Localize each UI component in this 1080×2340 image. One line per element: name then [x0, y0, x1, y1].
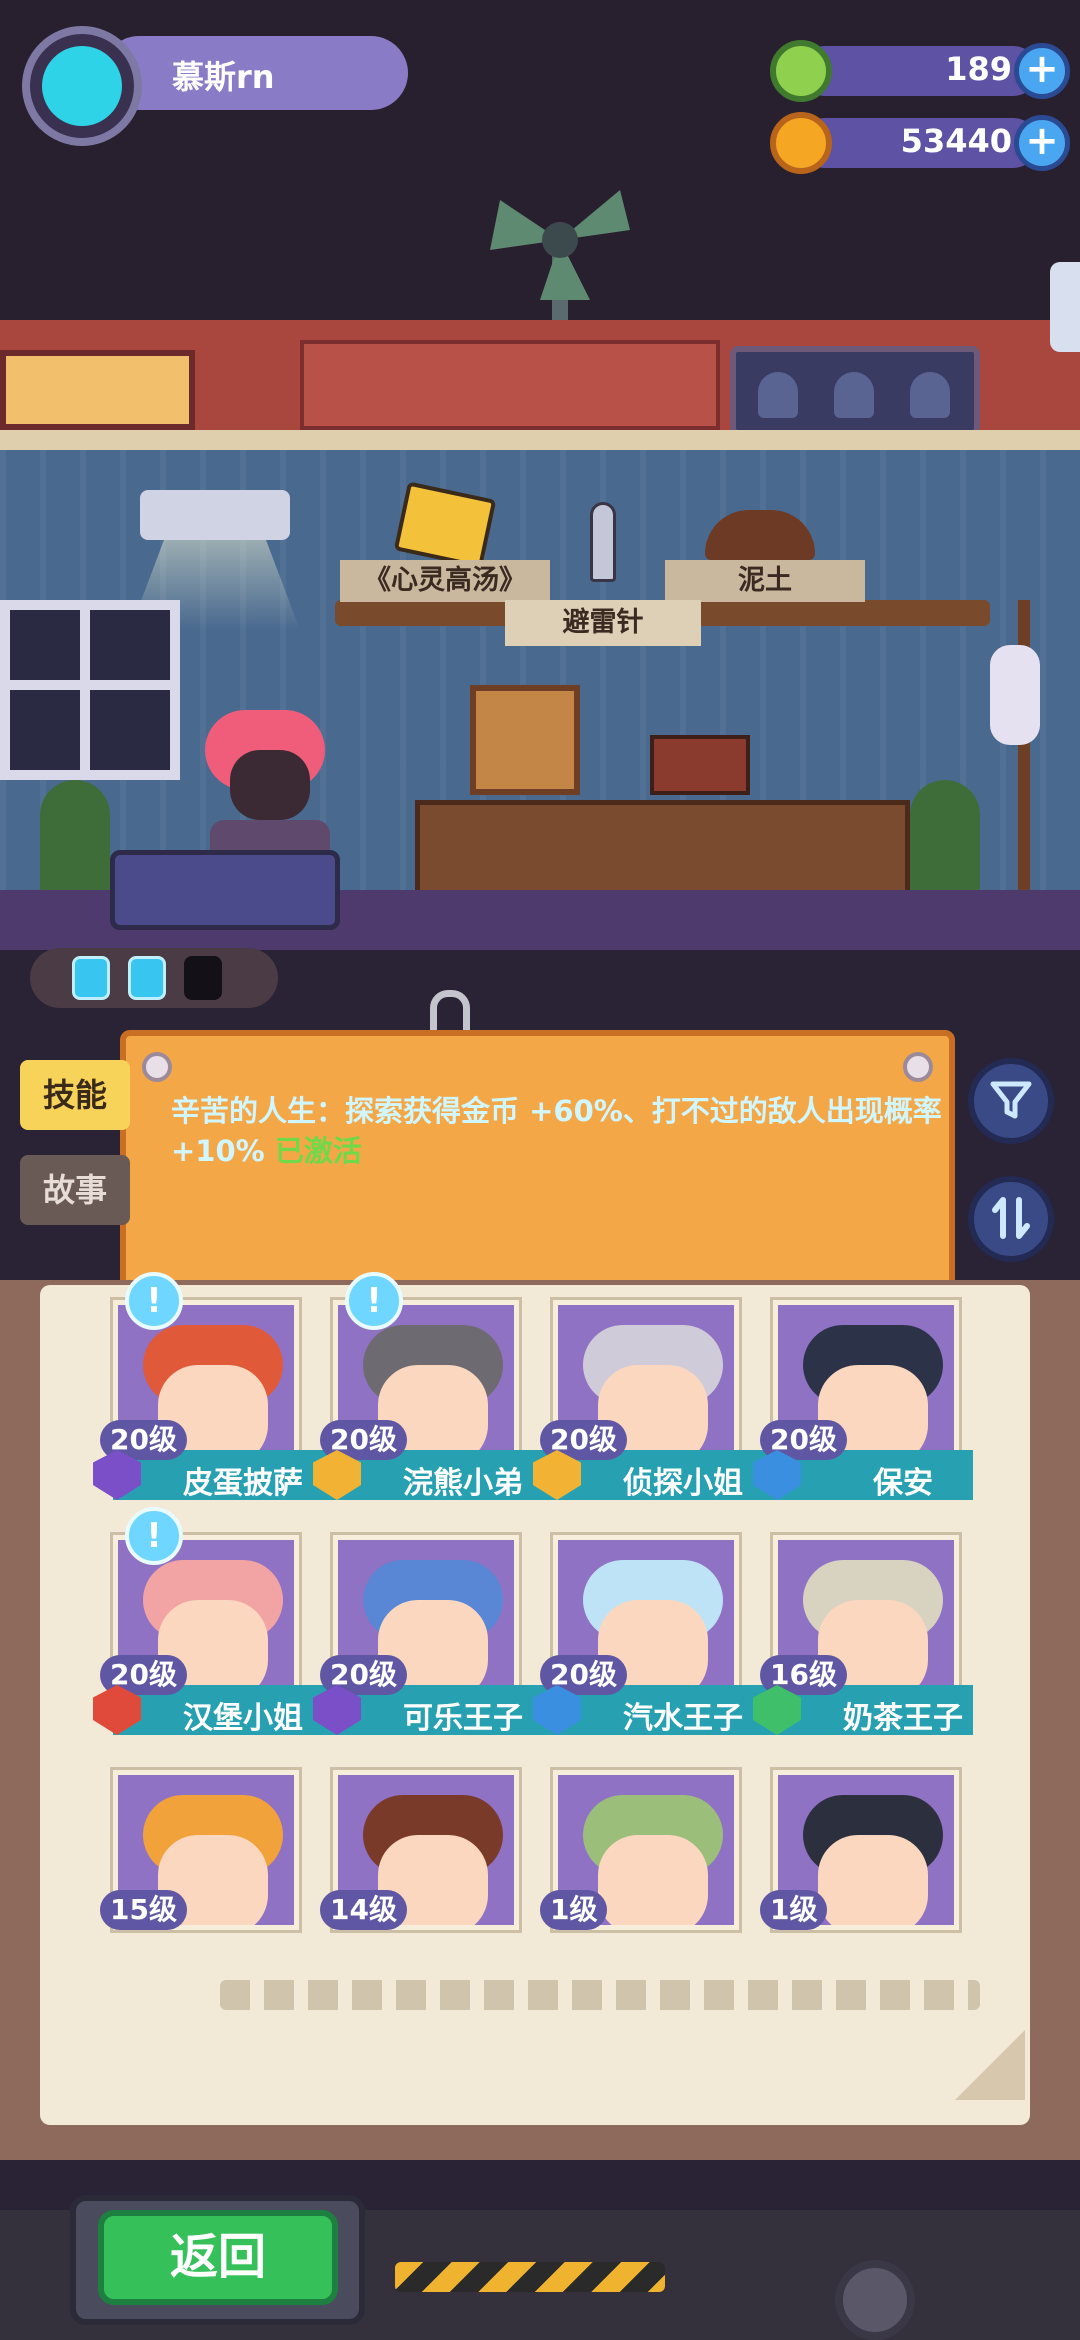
ghost-icon — [910, 372, 950, 418]
character-level: 15级 — [100, 1890, 187, 1930]
alert-bubble-icon[interactable]: ! — [125, 1272, 183, 1330]
green-donut-icon — [770, 40, 832, 102]
character-card[interactable]: 浣熊小弟 20级 ! — [313, 1272, 553, 1515]
character-card[interactable]: 汉堡小姐 20级 ! — [93, 1507, 333, 1750]
shelf-label-book: 《心灵高汤》 — [340, 560, 550, 602]
character-card[interactable]: 汽水王子 20级 — [533, 1535, 773, 1750]
side-drawer-handle[interactable] — [1050, 262, 1080, 352]
ghost-icon — [758, 372, 798, 418]
energy-meter — [30, 948, 278, 1008]
character-name: 可乐王子 — [403, 1701, 523, 1736]
tab-skill[interactable]: 技能 — [20, 1060, 130, 1130]
ceiling-machinery — [0, 320, 1080, 450]
add-donut-button[interactable]: + — [1014, 43, 1070, 99]
ceiling-vent-panel — [0, 350, 195, 430]
character-card[interactable]: 15级 — [100, 1770, 305, 1930]
character-card[interactable]: 奶茶王子 16级 — [753, 1535, 973, 1750]
orange-planet-icon — [770, 112, 832, 174]
cat-avatar-icon — [42, 46, 122, 126]
shelf-label-dirt: 泥土 — [665, 560, 865, 602]
shelf-label-rod: 避雷针 — [505, 600, 701, 646]
potted-plant-right — [910, 780, 980, 900]
add-coins-button[interactable]: + — [1014, 115, 1070, 171]
portrait-frame — [470, 685, 580, 795]
energy-cell-full-icon — [72, 956, 110, 1000]
currency-donut-value: 189 — [945, 50, 1012, 88]
character-name: 汉堡小姐 — [183, 1701, 303, 1736]
currency-donut: 189 + — [770, 40, 1070, 102]
character-head — [230, 750, 310, 820]
energy-cell-empty-icon — [184, 956, 222, 1000]
skill-status: 已激活 — [274, 1134, 362, 1168]
gear-icon — [835, 2260, 915, 2340]
character-level: 1级 — [540, 1890, 608, 1930]
sort-icon — [992, 1197, 1030, 1239]
player-profile[interactable]: 慕斯rn — [22, 26, 408, 146]
character-name: 保安 — [873, 1466, 933, 1501]
currency-coins: 53440 + — [770, 112, 1070, 174]
sort-button[interactable] — [968, 1176, 1054, 1262]
character-card[interactable]: 14级 — [320, 1770, 525, 1930]
potted-plant-left — [40, 780, 110, 900]
character-card[interactable]: 保安 20级 — [753, 1300, 973, 1515]
windmill-fan-decoration — [490, 190, 630, 340]
filter-button[interactable] — [968, 1058, 1054, 1144]
character-name: 皮蛋披萨 — [183, 1466, 303, 1501]
character-card[interactable]: 可乐王子 20级 — [313, 1535, 553, 1750]
skill-info-board: 辛苦的人生：探索获得金币 +60%、打不过的敌人出现概率 +10% 已激活 — [120, 1030, 955, 1290]
hazard-stripe — [395, 2262, 665, 2292]
lightning-rod-item[interactable] — [590, 502, 616, 582]
alert-bubble-icon[interactable]: ! — [345, 1272, 403, 1330]
book-stack — [650, 735, 750, 795]
player-name: 慕斯rn — [172, 58, 275, 96]
alert-bubble-icon[interactable]: ! — [125, 1507, 183, 1565]
character-face — [598, 1835, 708, 1925]
pin-icon — [142, 1052, 172, 1082]
character-card[interactable]: 1级 — [760, 1770, 965, 1930]
ghost-display-box — [730, 346, 980, 436]
filter-icon — [990, 1081, 1032, 1119]
arcade-console — [110, 850, 340, 930]
pin-icon — [903, 1052, 933, 1082]
ghost-icon — [834, 372, 874, 418]
character-card[interactable]: 侦探小姐 20级 — [533, 1300, 773, 1515]
character-level: 14级 — [320, 1890, 407, 1930]
player-avatar[interactable] — [22, 26, 142, 146]
character-name: 浣熊小弟 — [403, 1466, 523, 1501]
tab-story[interactable]: 故事 — [20, 1155, 130, 1225]
hanging-coat — [990, 645, 1040, 745]
character-card[interactable]: 皮蛋披萨 20级 ! — [93, 1272, 333, 1515]
character-card[interactable]: 1级 — [540, 1770, 745, 1930]
currency-coins-value: 53440 — [900, 122, 1012, 160]
back-button[interactable]: 返回 — [98, 2210, 338, 2305]
character-name: 汽水王子 — [623, 1701, 743, 1736]
energy-cell-full-icon — [128, 956, 166, 1000]
ceiling-machine-panel — [300, 340, 720, 430]
character-level: 1级 — [760, 1890, 828, 1930]
ceiling-trim — [0, 430, 1080, 450]
character-name: 奶茶王子 — [843, 1701, 963, 1736]
skill-description: 辛苦的人生：探索获得金币 +60%、打不过的敌人出现概率 +10% 已激活 — [171, 1091, 951, 1171]
character-name: 侦探小姐 — [623, 1466, 743, 1501]
blurred-page-text — [220, 1980, 980, 2010]
character-face — [818, 1835, 928, 1925]
projector — [140, 490, 290, 540]
